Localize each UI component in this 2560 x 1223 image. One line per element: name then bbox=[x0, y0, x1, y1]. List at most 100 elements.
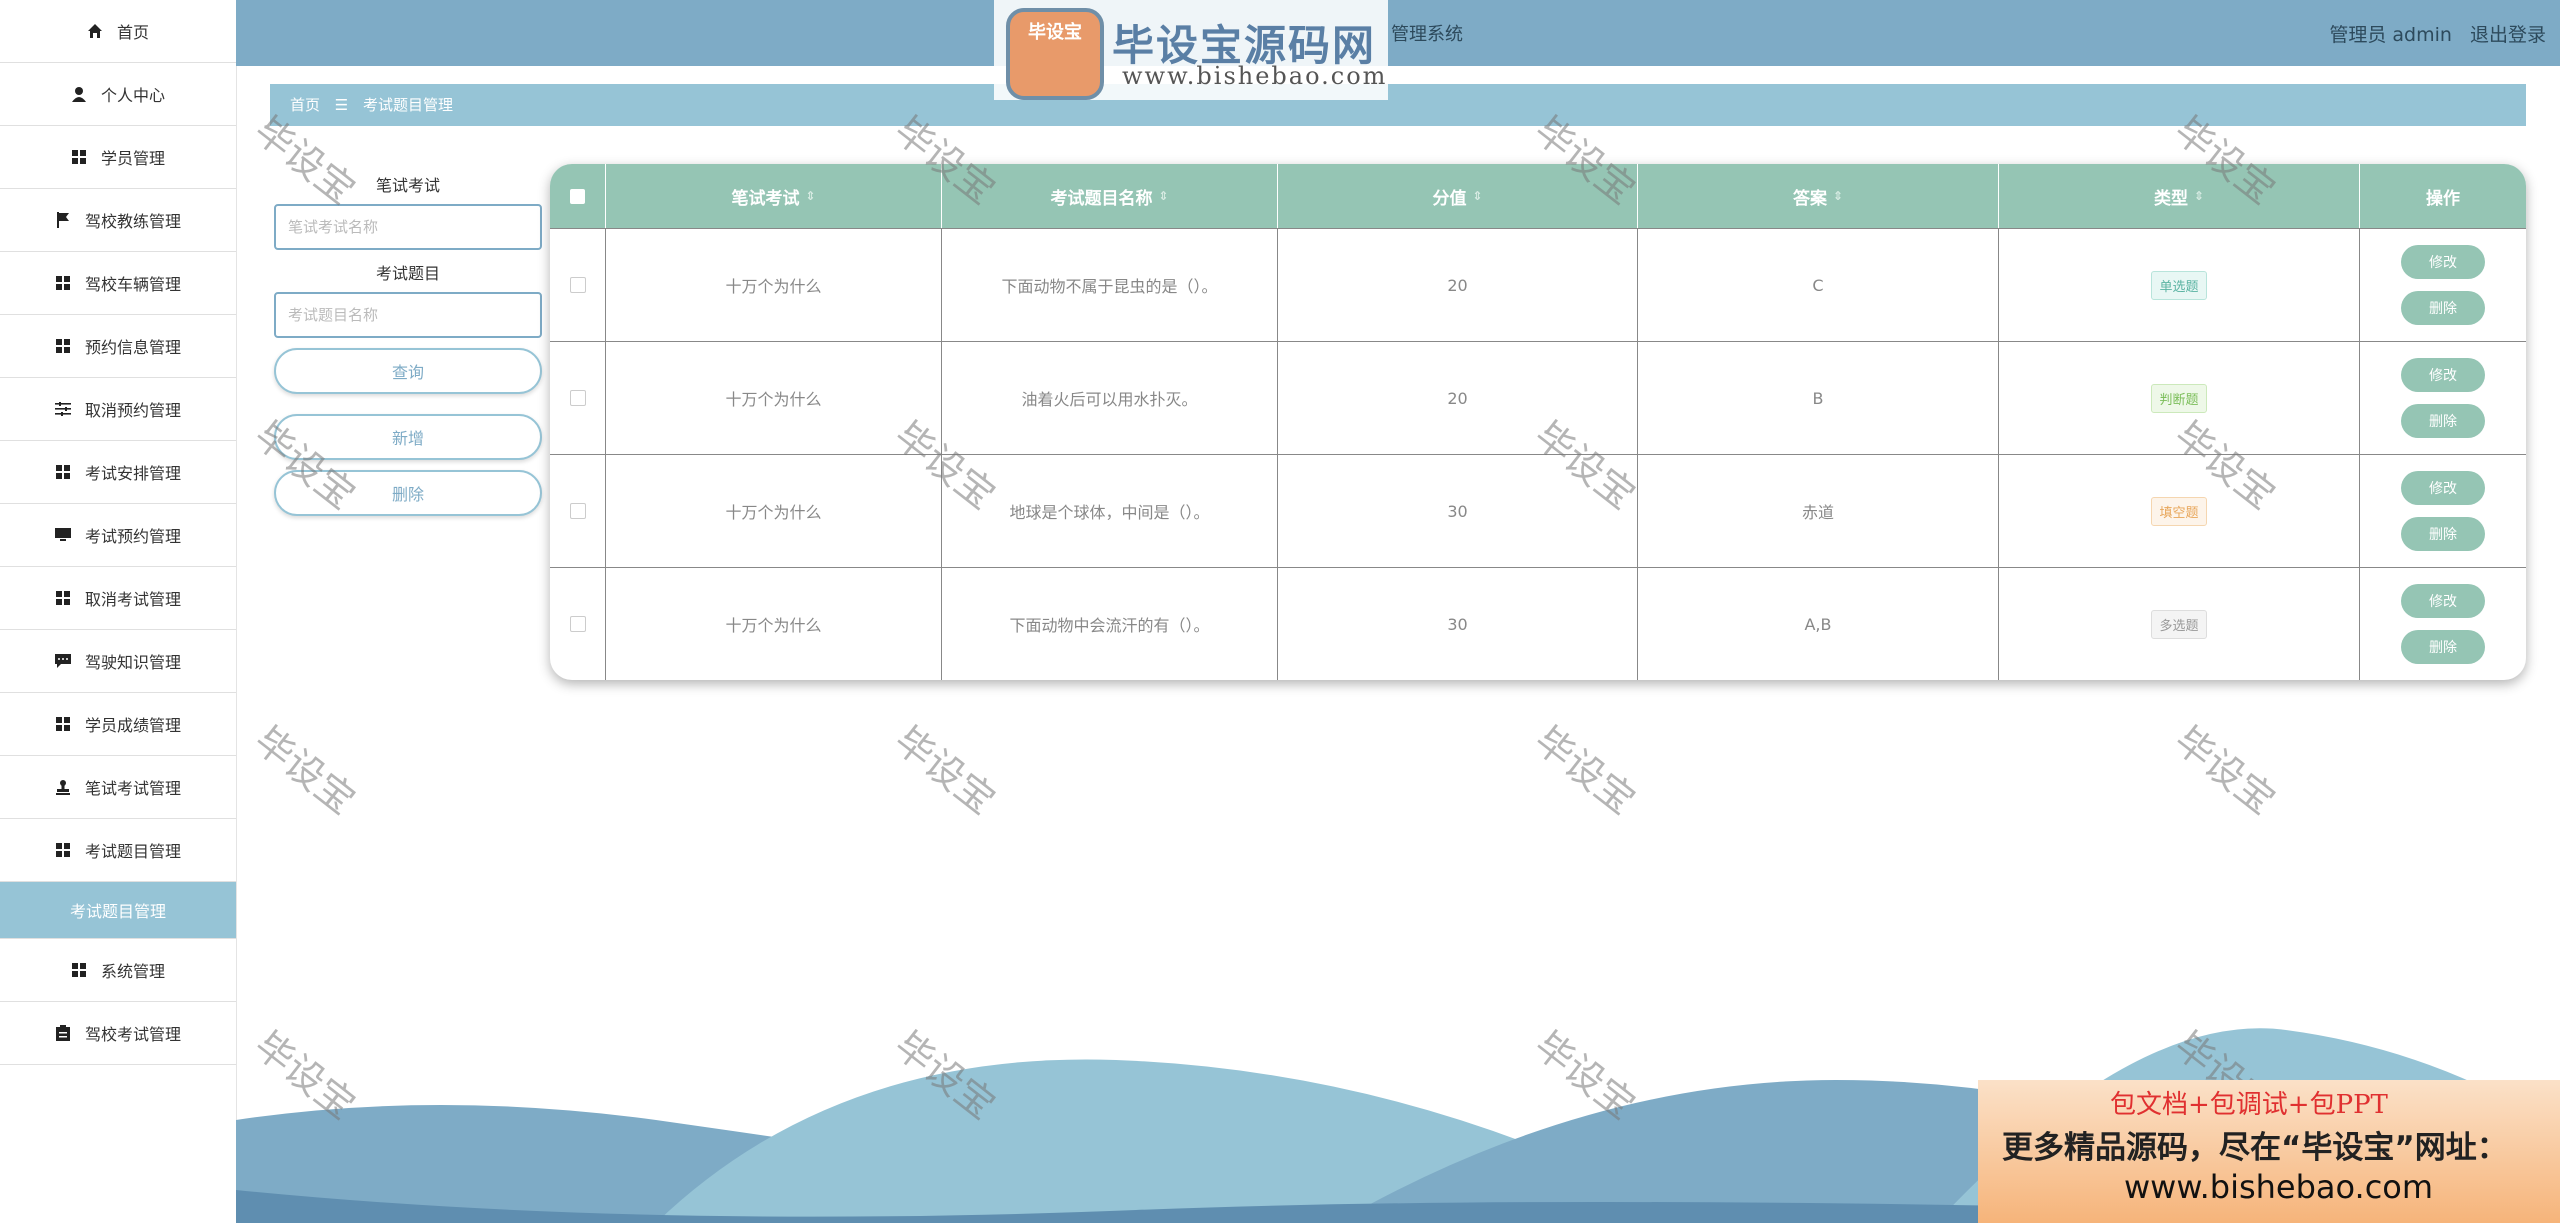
grid-icon bbox=[55, 842, 71, 858]
ad-line-url: www.bishebao.com bbox=[2124, 1168, 2434, 1206]
edit-button[interactable]: 修改 bbox=[2401, 471, 2485, 505]
sidebar-item-label: 取消预约管理 bbox=[84, 401, 181, 420]
ad-banner[interactable]: 包文档+包调试+包PPT 更多精品源码，尽在“毕设宝”网址： www.bishe… bbox=[1978, 1080, 2560, 1223]
table-row: 十万个为什么 地球是个球体，中间是（）。 30 赤道 填空题 修改 删除 bbox=[550, 454, 2526, 567]
sidebar-item-appointments[interactable]: 预约信息管理 bbox=[0, 315, 236, 378]
breadcrumb-separator-icon: ☰ bbox=[334, 96, 349, 114]
logo-seal-icon: 毕设宝 bbox=[1006, 8, 1104, 100]
select-all-checkbox[interactable] bbox=[570, 188, 585, 204]
cell-actions: 修改 删除 bbox=[2360, 455, 2526, 567]
clipboard-icon bbox=[55, 1025, 71, 1041]
row-checkbox[interactable] bbox=[569, 503, 586, 519]
cell-answer: B bbox=[1638, 342, 1999, 454]
query-button[interactable]: 查询 bbox=[274, 348, 542, 394]
table-row: 十万个为什么 油着火后可以用水扑灭。 20 B 判断题 修改 删除 bbox=[550, 341, 2526, 454]
sidebar-item-label: 驾校教练管理 bbox=[84, 212, 181, 231]
sidebar-item-label: 首页 bbox=[116, 23, 149, 42]
watermark-text: 毕设宝 bbox=[246, 717, 364, 823]
sidebar-item-exam-questions[interactable]: 考试题目管理 bbox=[0, 819, 236, 882]
sidebar-item-label: 系统管理 bbox=[100, 962, 165, 981]
sidebar: 首页 个人中心 学员管理 驾校教练管理 驾校车辆管理 预约信息管理 取消预约管理… bbox=[0, 0, 237, 1223]
sidebar-item-label: 预约信息管理 bbox=[84, 338, 181, 357]
cell-actions: 修改 删除 bbox=[2360, 342, 2526, 454]
column-header-actions: 操作 bbox=[2360, 164, 2526, 228]
column-header-score[interactable]: 分值 ⇕ bbox=[1278, 164, 1638, 228]
sort-icon: ⇕ bbox=[805, 189, 816, 203]
sidebar-item-home[interactable]: 首页 bbox=[0, 0, 236, 63]
sidebar-item-profile[interactable]: 个人中心 bbox=[0, 63, 236, 126]
column-header-type[interactable]: 类型 ⇕ bbox=[1999, 164, 2360, 228]
sidebar-item-written-exams[interactable]: 笔试考试管理 bbox=[0, 756, 236, 819]
cell-score: 30 bbox=[1278, 455, 1638, 567]
sidebar-item-driving-exams[interactable]: 驾校考试管理 bbox=[0, 1002, 236, 1065]
ad-line-promo: 更多精品源码，尽在“毕设宝”网址： bbox=[2002, 1130, 2508, 1166]
cell-exam: 十万个为什么 bbox=[606, 568, 942, 680]
flag-icon bbox=[55, 212, 71, 228]
cell-question: 下面动物中会流汗的有（）。 bbox=[942, 568, 1278, 680]
sidebar-subitem-exam-questions[interactable]: 考试题目管理 bbox=[0, 882, 236, 939]
sidebar-item-label: 驾校考试管理 bbox=[84, 1025, 181, 1044]
row-delete-button[interactable]: 删除 bbox=[2401, 291, 2485, 325]
sidebar-item-exam-schedule[interactable]: 考试安排管理 bbox=[0, 441, 236, 504]
row-delete-button[interactable]: 删除 bbox=[2401, 517, 2485, 551]
column-label: 操作 bbox=[2426, 188, 2460, 209]
monitor-icon bbox=[54, 527, 71, 543]
cell-answer: 赤道 bbox=[1638, 455, 1999, 567]
breadcrumb-home[interactable]: 首页 bbox=[290, 96, 320, 114]
top-header: 管理系统 管理员 admin 退出登录 bbox=[236, 0, 2560, 66]
row-delete-button[interactable]: 删除 bbox=[2401, 404, 2485, 438]
grid-icon bbox=[55, 590, 71, 606]
sidebar-item-students[interactable]: 学员管理 bbox=[0, 126, 236, 189]
sidebar-item-system[interactable]: 系统管理 bbox=[0, 939, 236, 1002]
column-header-question[interactable]: 考试题目名称 ⇕ bbox=[942, 164, 1278, 228]
cell-question: 地球是个球体，中间是（）。 bbox=[942, 455, 1278, 567]
sidebar-item-cancel-exams[interactable]: 取消考试管理 bbox=[0, 567, 236, 630]
type-tag: 单选题 bbox=[2151, 270, 2207, 300]
sidebar-item-label: 学员成绩管理 bbox=[84, 716, 181, 735]
row-select-cell bbox=[550, 455, 606, 567]
sidebar-item-cancel-appointments[interactable]: 取消预约管理 bbox=[0, 378, 236, 441]
sidebar-item-scores[interactable]: 学员成绩管理 bbox=[0, 693, 236, 756]
row-checkbox[interactable] bbox=[569, 277, 586, 293]
user-icon bbox=[71, 86, 87, 102]
stamp-icon bbox=[55, 779, 71, 795]
type-tag: 多选题 bbox=[2151, 609, 2207, 639]
row-select-cell bbox=[550, 342, 606, 454]
column-label: 答案 bbox=[1792, 188, 1827, 209]
watermark-text: 毕设宝 bbox=[886, 717, 1004, 823]
column-label: 考试题目名称 bbox=[1050, 188, 1153, 209]
exam-name-input[interactable] bbox=[274, 204, 542, 250]
add-button[interactable]: 新增 bbox=[274, 414, 542, 460]
grid-icon bbox=[55, 464, 71, 480]
type-tag: 填空题 bbox=[2151, 496, 2207, 526]
sidebar-item-label: 考试题目管理 bbox=[84, 842, 181, 861]
select-all-cell bbox=[550, 164, 606, 228]
question-name-input[interactable] bbox=[274, 292, 542, 338]
sidebar-item-label: 驾校车辆管理 bbox=[84, 275, 181, 294]
cell-actions: 修改 删除 bbox=[2360, 229, 2526, 341]
logout-link[interactable]: 退出登录 bbox=[2470, 24, 2546, 46]
sidebar-item-label: 笔试考试管理 bbox=[84, 779, 181, 798]
sidebar-item-vehicles[interactable]: 驾校车辆管理 bbox=[0, 252, 236, 315]
cell-answer: C bbox=[1638, 229, 1999, 341]
column-header-exam[interactable]: 笔试考试 ⇕ bbox=[606, 164, 942, 228]
row-checkbox[interactable] bbox=[569, 616, 586, 632]
sidebar-item-label: 考试预约管理 bbox=[84, 527, 181, 546]
edit-button[interactable]: 修改 bbox=[2401, 245, 2485, 279]
row-delete-button[interactable]: 删除 bbox=[2401, 630, 2485, 664]
delete-button[interactable]: 删除 bbox=[274, 470, 542, 516]
row-checkbox[interactable] bbox=[569, 390, 586, 406]
cell-exam: 十万个为什么 bbox=[606, 229, 942, 341]
question-label: 考试题目 bbox=[375, 264, 440, 283]
sidebar-item-coaches[interactable]: 驾校教练管理 bbox=[0, 189, 236, 252]
sort-icon: ⇕ bbox=[2193, 189, 2205, 203]
edit-button[interactable]: 修改 bbox=[2401, 584, 2485, 618]
edit-button[interactable]: 修改 bbox=[2401, 358, 2485, 392]
sort-icon: ⇕ bbox=[1158, 189, 1169, 203]
sidebar-item-exam-appointments[interactable]: 考试预约管理 bbox=[0, 504, 236, 567]
table-header: 笔试考试 ⇕ 考试题目名称 ⇕ 分值 ⇕ 答案 ⇕ 类型 ⇕ 操作 bbox=[550, 164, 2526, 228]
sidebar-item-driving-knowledge[interactable]: 驾驶知识管理 bbox=[0, 630, 236, 693]
cell-exam: 十万个为什么 bbox=[606, 342, 942, 454]
column-header-answer[interactable]: 答案 ⇕ bbox=[1638, 164, 1999, 228]
sidebar-item-label: 考试安排管理 bbox=[84, 464, 181, 483]
